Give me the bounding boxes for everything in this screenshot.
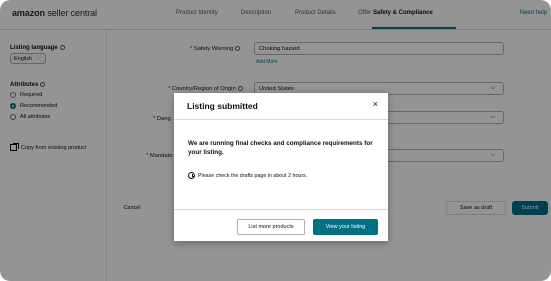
view-your-listing-button[interactable]: View your listing	[313, 219, 378, 235]
app-window: amazon seller central Product Identity D…	[0, 0, 551, 281]
dialog-note: Please check the drafts page in about 2 …	[188, 172, 307, 179]
dialog-title: Listing submitted	[187, 101, 258, 111]
list-more-products-button[interactable]: List more products	[237, 219, 305, 235]
clock-icon	[188, 172, 195, 179]
listing-submitted-dialog: Listing submitted × We are running final…	[174, 93, 388, 241]
dialog-footer: List more products View your listing	[174, 209, 388, 241]
dialog-header: Listing submitted ×	[174, 93, 388, 120]
close-icon[interactable]: ×	[373, 100, 378, 109]
dialog-note-text: Please check the drafts page in about 2 …	[198, 172, 308, 179]
dialog-message: We are running final checks and complian…	[188, 140, 373, 156]
